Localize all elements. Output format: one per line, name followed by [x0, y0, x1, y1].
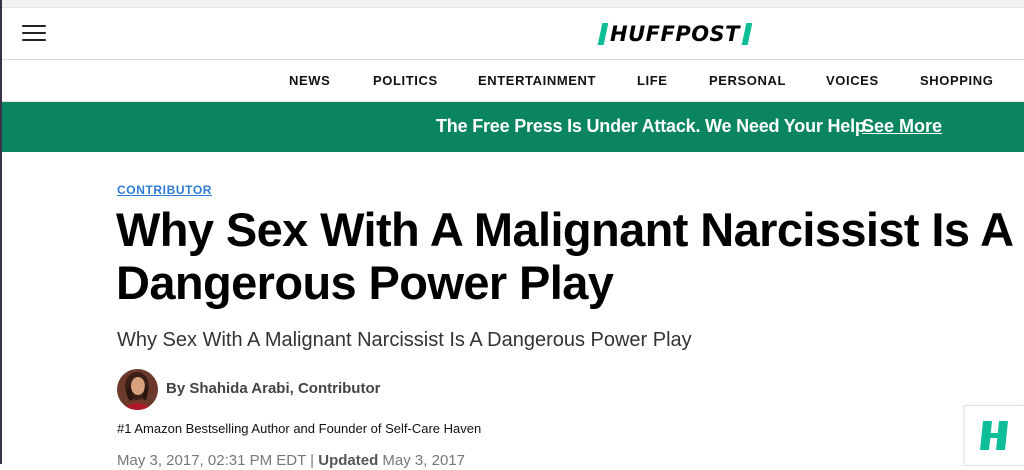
updated-date: May 3, 2017	[382, 452, 465, 469]
contributor-label[interactable]: CONTRIBUTOR	[117, 183, 212, 197]
updated-label: Updated	[318, 452, 379, 469]
nav-item-shopping[interactable]: SHOPPING	[920, 73, 993, 88]
logo-left-bar	[597, 22, 609, 45]
published-date: May 3, 2017, 02:31 PM EDT	[117, 452, 306, 469]
author-bio: #1 Amazon Bestselling Author and Founder…	[117, 421, 482, 436]
section-nav: NEWS POLITICS ENTERTAINMENT LIFE PERSONA…	[2, 60, 1024, 102]
article-dateline: May 3, 2017, 02:31 PM EDT | Updated May …	[117, 452, 465, 469]
nav-item-personal[interactable]: PERSONAL	[709, 73, 786, 88]
article-headline: Why Sex With A Malignant Narcissist Is A…	[116, 203, 1012, 309]
huffpost-logo[interactable]: HUFFPOST	[597, 20, 753, 47]
huffpost-h-icon[interactable]	[964, 405, 1024, 466]
nav-item-politics[interactable]: POLITICS	[373, 73, 438, 88]
author-byline[interactable]: By Shahida Arabi, Contributor	[166, 380, 380, 397]
top-strip	[2, 0, 1024, 8]
banner-message: The Free Press Is Under Attack. We Need …	[436, 116, 871, 136]
nav-item-entertainment[interactable]: ENTERTAINMENT	[478, 73, 596, 88]
see-more-link[interactable]: See More	[862, 116, 942, 137]
press-banner: The Free Press Is Under Attack. We Need …	[2, 102, 1024, 152]
nav-item-news[interactable]: NEWS	[289, 73, 330, 88]
nav-item-voices[interactable]: VOICES	[826, 73, 879, 88]
article-subheadline: Why Sex With A Malignant Narcissist Is A…	[117, 329, 692, 351]
nav-item-life[interactable]: LIFE	[637, 73, 668, 88]
logo-right-bar	[741, 22, 753, 45]
hamburger-menu-icon[interactable]	[22, 25, 46, 43]
author-avatar[interactable]	[117, 369, 158, 410]
site-header: HUFFPOST	[2, 8, 1024, 60]
logo-text: HUFFPOST	[610, 21, 741, 46]
